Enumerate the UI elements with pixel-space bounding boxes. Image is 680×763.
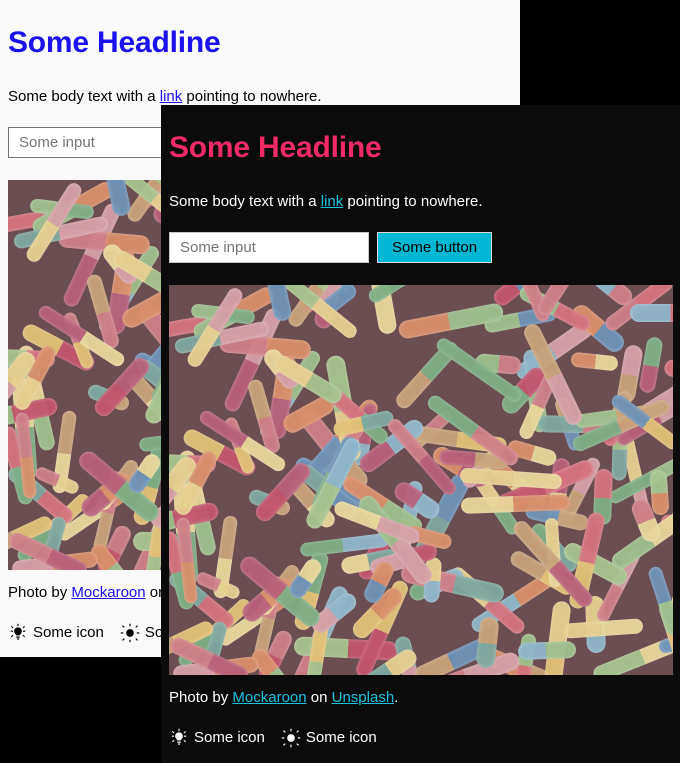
brightness-sun-icon bbox=[120, 623, 140, 643]
page-title: Some Headline bbox=[8, 26, 221, 59]
icon-item-brightness: Some icon bbox=[281, 728, 377, 748]
icon-label: Some icon bbox=[33, 624, 104, 641]
body-paragraph: Some body text with a link pointing to n… bbox=[8, 88, 512, 105]
search-input[interactable] bbox=[169, 231, 369, 263]
inline-link[interactable]: link bbox=[321, 193, 344, 210]
caption-prefix: Photo by bbox=[169, 688, 233, 706]
caption-middle: on bbox=[306, 688, 332, 706]
page-title: Some Headline bbox=[169, 131, 382, 164]
brightness-sun-icon bbox=[281, 728, 301, 748]
candy-image-canvas bbox=[169, 284, 673, 675]
body-text-prefix: Some body text with a bbox=[8, 87, 160, 105]
icon-item-lightbulb: Some icon bbox=[169, 728, 265, 748]
inline-link[interactable]: link bbox=[160, 88, 183, 105]
body-paragraph: Some body text with a link pointing to n… bbox=[169, 193, 672, 210]
unsplash-link[interactable]: Unsplash bbox=[332, 689, 395, 706]
icon-item-lightbulb: Some icon bbox=[8, 623, 104, 643]
photographer-link[interactable]: Mockaroon bbox=[71, 584, 145, 601]
icon-label: Some icon bbox=[194, 729, 265, 746]
lightbulb-icon bbox=[169, 728, 189, 748]
caption-suffix: . bbox=[394, 688, 399, 706]
icon-row: Some icon Some icon bbox=[169, 728, 672, 748]
submit-button[interactable]: Some button bbox=[377, 231, 493, 263]
sour-gummy-worms-photo bbox=[169, 284, 673, 675]
dark-theme-panel: Some Headline Some body text with a link… bbox=[161, 105, 680, 763]
form-row: Some button bbox=[169, 231, 672, 263]
icon-label: Some icon bbox=[305, 729, 377, 746]
photographer-link[interactable]: Mockaroon bbox=[232, 689, 306, 706]
body-text-suffix: pointing to nowhere. bbox=[343, 192, 483, 210]
body-text-prefix: Some body text with a bbox=[169, 192, 321, 210]
caption-prefix: Photo by bbox=[8, 583, 72, 601]
photo-credit-caption: Photo by Mockaroon on Unsplash. bbox=[169, 689, 672, 706]
lightbulb-icon bbox=[8, 623, 28, 643]
body-text-suffix: pointing to nowhere. bbox=[182, 87, 322, 105]
